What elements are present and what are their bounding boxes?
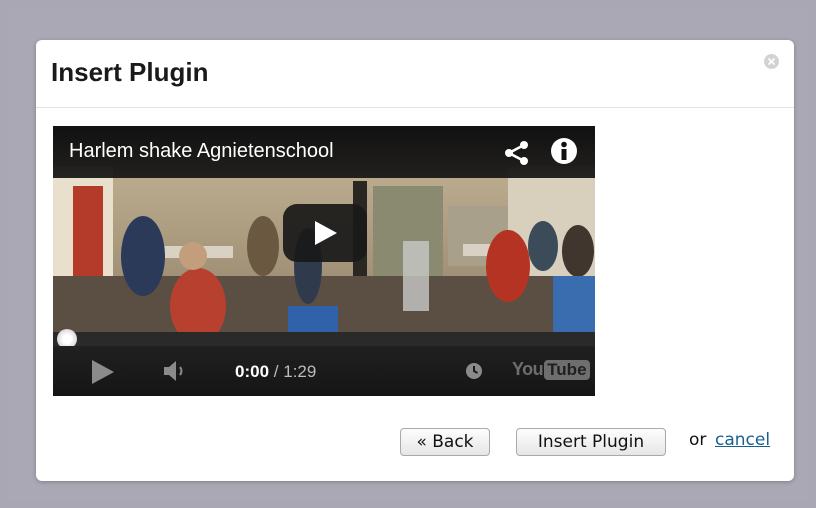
large-play-button[interactable]	[283, 204, 367, 262]
play-icon[interactable]	[91, 359, 115, 385]
or-text: or	[689, 430, 707, 450]
time-separator: /	[273, 362, 279, 381]
player-controls: 0:00 / 1:29 You Tube	[53, 346, 595, 396]
dialog-header: Insert Plugin	[36, 40, 794, 108]
cancel-link[interactable]: cancel	[715, 430, 770, 450]
close-icon[interactable]	[764, 54, 779, 69]
volume-icon[interactable]	[163, 360, 187, 382]
time-display: 0:00 / 1:29	[235, 362, 316, 382]
youtube-player[interactable]: Harlem shake Agnietenschool 0:00 / 1:29 …	[53, 126, 595, 396]
share-icon[interactable]	[504, 140, 530, 166]
insert-plugin-button[interactable]: Insert Plugin	[516, 428, 666, 456]
back-button[interactable]: « Back	[400, 428, 490, 456]
youtube-logo-you: You	[512, 359, 544, 379]
insert-plugin-dialog: Insert Plugin Harlem shake Agnietenschoo…	[36, 40, 794, 481]
info-icon[interactable]	[550, 137, 578, 165]
current-time: 0:00	[235, 362, 270, 381]
youtube-logo[interactable]: You Tube	[512, 359, 590, 381]
youtube-logo-tube: Tube	[544, 359, 590, 380]
duration: 1:29	[283, 362, 317, 381]
progress-bar[interactable]	[53, 332, 595, 346]
video-title[interactable]: Harlem shake Agnietenschool	[69, 140, 334, 163]
watch-later-icon[interactable]	[465, 362, 483, 380]
play-icon	[315, 221, 337, 245]
dialog-title: Insert Plugin	[51, 57, 209, 87]
video-title-bar: Harlem shake Agnietenschool	[53, 126, 595, 178]
